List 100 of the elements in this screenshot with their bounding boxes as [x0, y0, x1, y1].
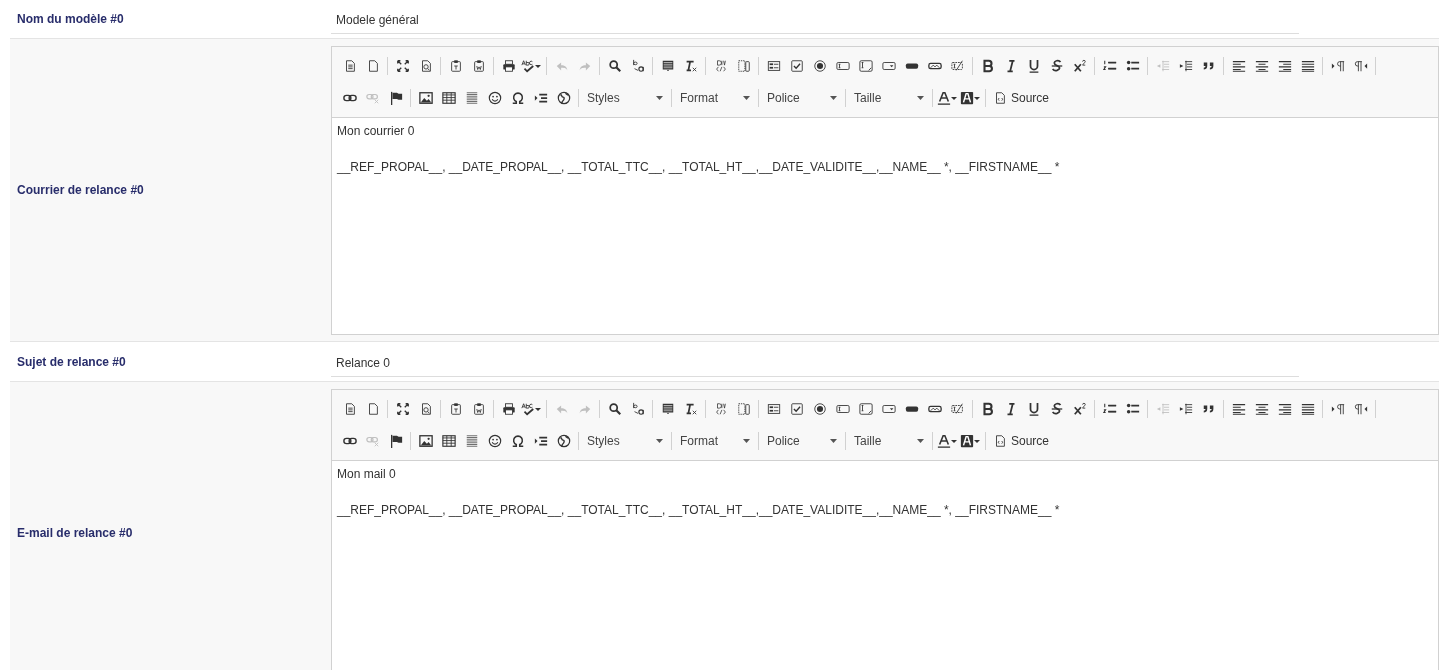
justify-icon[interactable] — [1300, 59, 1315, 73]
page-break-icon[interactable] — [533, 91, 548, 105]
div-icon[interactable] — [713, 402, 728, 416]
smiley-icon[interactable] — [487, 91, 502, 105]
input-field[interactable]: Modele général — [331, 6, 1299, 34]
block-icon[interactable] — [736, 402, 751, 416]
dropdown[interactable]: Police — [762, 87, 842, 109]
field-label: Courrier de relance #0 — [16, 183, 145, 197]
dropdown[interactable]: Taille — [849, 87, 929, 109]
image-icon[interactable] — [418, 91, 433, 105]
text-field-icon[interactable] — [835, 402, 850, 416]
horizontal-rule-icon[interactable] — [464, 91, 479, 105]
strike-icon[interactable] — [1049, 402, 1064, 416]
spellcheck-icon[interactable] — [521, 402, 535, 416]
omega-icon[interactable] — [510, 91, 525, 105]
select-icon[interactable] — [881, 59, 896, 73]
paste-word-icon[interactable] — [471, 402, 486, 416]
rich-text-editor[interactable]: Styles Format Police Taille Source Mon courrier 0 __REF_PROPAL__, __DATE_PROPAL__, __TOTAL_TTC__, __TOTAL_HT__,__DATE_VALIDITE__,__NAME__ *, __FIRSTNAME__ * — [331, 46, 1439, 335]
rtl-icon[interactable] — [1353, 59, 1368, 73]
find-icon[interactable] — [607, 402, 622, 416]
align-left-icon[interactable] — [1231, 402, 1246, 416]
dropdown[interactable]: Taille — [849, 430, 929, 452]
caret-icon[interactable] — [830, 439, 837, 443]
caret-icon[interactable] — [743, 439, 750, 443]
caret-icon[interactable] — [917, 439, 924, 443]
bold-icon[interactable] — [980, 59, 995, 73]
align-center-icon[interactable] — [1254, 402, 1269, 416]
dropdown[interactable]: Police — [762, 430, 842, 452]
textarea-icon[interactable] — [858, 402, 873, 416]
superscript-icon[interactable] — [1072, 59, 1087, 73]
smiley-icon[interactable] — [487, 434, 502, 448]
strike-icon[interactable] — [1049, 59, 1064, 73]
numbered-list-icon[interactable] — [1102, 402, 1117, 416]
spellcheck-icon[interactable] — [521, 59, 535, 73]
source-button[interactable]: Source — [989, 86, 1054, 110]
anchor-icon[interactable] — [388, 91, 403, 105]
dropdown[interactable]: Styles — [582, 87, 668, 109]
print-icon[interactable] — [501, 59, 516, 73]
superscript-icon[interactable] — [1072, 402, 1087, 416]
caret-icon[interactable] — [830, 96, 837, 100]
dropdown[interactable]: Format — [675, 87, 755, 109]
paste-text-icon[interactable] — [448, 402, 463, 416]
table-icon[interactable] — [441, 434, 456, 448]
background-color-icon[interactable] — [960, 434, 974, 448]
indent-icon[interactable] — [1178, 402, 1193, 416]
caret-icon[interactable] — [656, 439, 663, 443]
replace-icon[interactable] — [630, 402, 645, 416]
checkbox-icon[interactable] — [789, 402, 804, 416]
bulleted-list-icon[interactable] — [1125, 59, 1140, 73]
anchor-icon[interactable] — [388, 434, 403, 448]
caret-icon[interactable] — [917, 96, 924, 100]
div-icon[interactable] — [713, 59, 728, 73]
form-icon[interactable] — [766, 59, 781, 73]
image-icon[interactable] — [418, 434, 433, 448]
dropdown[interactable]: Styles — [582, 430, 668, 452]
paste-word-icon[interactable] — [471, 59, 486, 73]
table-icon[interactable] — [441, 91, 456, 105]
text-field-icon[interactable] — [835, 59, 850, 73]
align-right-icon[interactable] — [1277, 402, 1292, 416]
textarea-icon[interactable] — [858, 59, 873, 73]
align-center-icon[interactable] — [1254, 59, 1269, 73]
horizontal-rule-icon[interactable] — [464, 434, 479, 448]
page-break-icon[interactable] — [533, 434, 548, 448]
dropdown[interactable]: Format — [675, 430, 755, 452]
source-button[interactable]: Source — [989, 429, 1054, 453]
hidden-field-icon[interactable] — [950, 59, 965, 73]
ltr-icon[interactable] — [1330, 402, 1345, 416]
bulleted-list-icon[interactable] — [1125, 402, 1140, 416]
paragraph: __REF_PROPAL__, __DATE_PROPAL__, __TOTAL_TTC__, __TOTAL_HT__,__DATE_VALIDITE__,__NAME__ *, __FIRSTNAME__ * — [337, 503, 1061, 517]
form-icon[interactable] — [766, 402, 781, 416]
align-left-icon[interactable] — [1231, 59, 1246, 73]
ltr-icon[interactable] — [1330, 59, 1345, 73]
rtl-icon[interactable] — [1353, 402, 1368, 416]
caret-icon[interactable] — [743, 96, 750, 100]
text-color-icon[interactable] — [937, 434, 951, 448]
checkbox-icon[interactable] — [789, 59, 804, 73]
select-icon[interactable] — [881, 402, 896, 416]
justify-icon[interactable] — [1300, 402, 1315, 416]
rich-text-editor[interactable]: Styles Format Police Taille Source Mon mail 0 __REF_PROPAL__, __DATE_PROPAL__, __TOTAL_TTC__, __TOTAL_HT__,__DATE_VALIDITE__,__NAME__ *, __FIRSTNAME__ * — [331, 389, 1439, 670]
radio-icon[interactable] — [812, 59, 827, 73]
replace-icon[interactable] — [630, 59, 645, 73]
hidden-field-icon[interactable] — [950, 402, 965, 416]
align-right-icon[interactable] — [1277, 59, 1292, 73]
background-color-icon[interactable] — [960, 91, 974, 105]
omega-icon[interactable] — [510, 434, 525, 448]
print-icon[interactable] — [501, 402, 516, 416]
source-icon[interactable] — [993, 91, 1007, 105]
bold-icon[interactable] — [980, 402, 995, 416]
find-icon[interactable] — [607, 59, 622, 73]
indent-icon[interactable] — [1178, 59, 1193, 73]
radio-icon[interactable] — [812, 402, 827, 416]
maximize-icon[interactable] — [395, 59, 410, 73]
block-icon[interactable] — [736, 59, 751, 73]
paste-text-icon[interactable] — [448, 59, 463, 73]
source-icon[interactable] — [993, 434, 1007, 448]
text-color-icon[interactable] — [937, 91, 951, 105]
caret-icon[interactable] — [656, 96, 663, 100]
input-field[interactable]: Relance 0 — [331, 349, 1299, 377]
numbered-list-icon[interactable] — [1102, 59, 1117, 73]
maximize-icon[interactable] — [395, 402, 410, 416]
